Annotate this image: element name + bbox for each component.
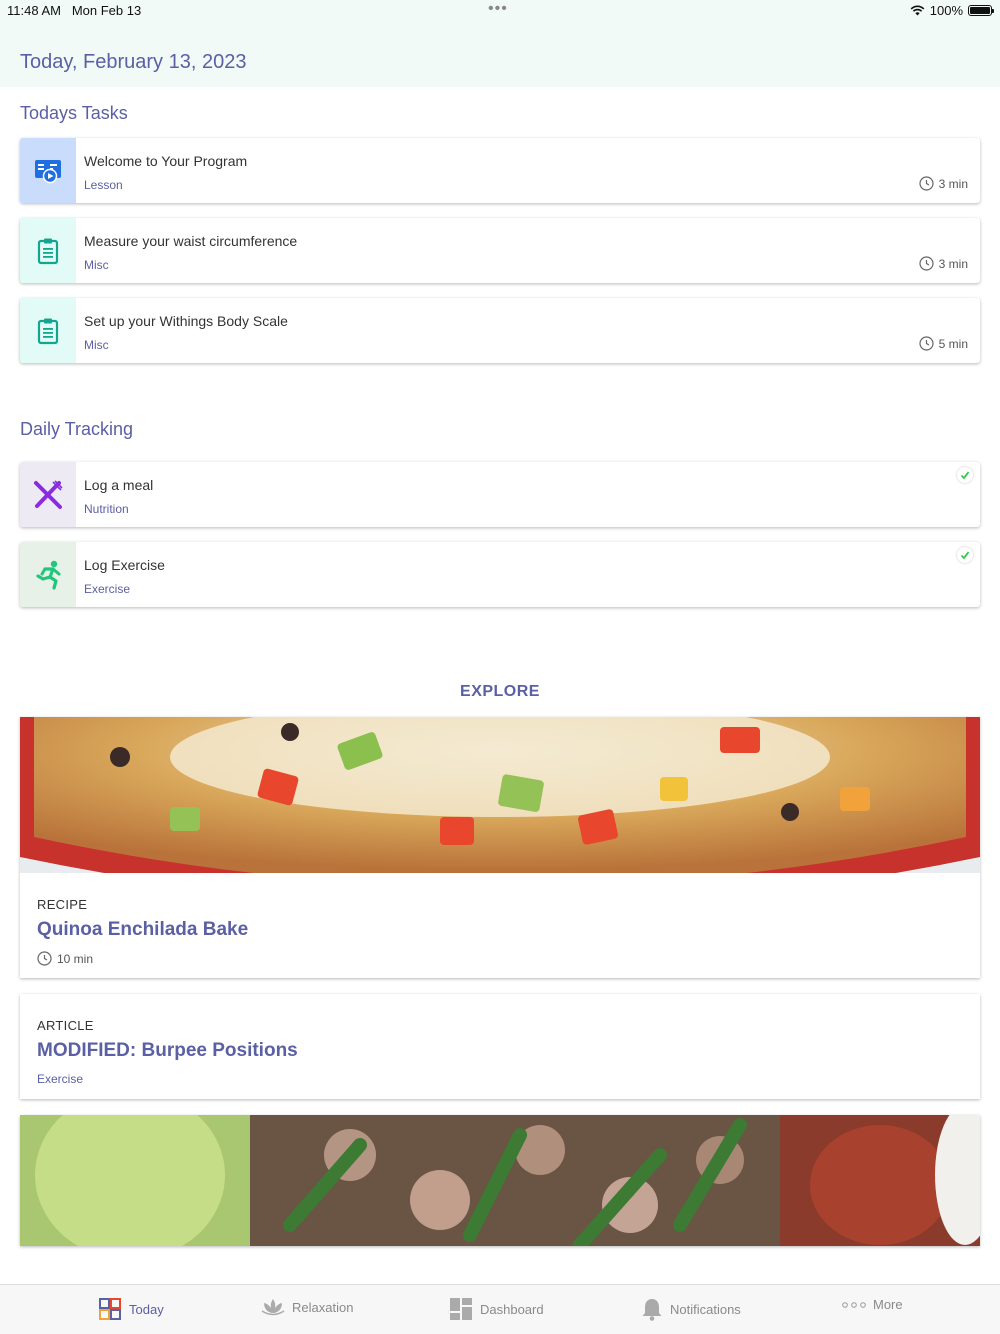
nutrition-icon-box: [20, 462, 76, 527]
explore-title: EXPLORE: [460, 683, 540, 700]
tab-today[interactable]: Today: [98, 1297, 164, 1321]
wifi-icon: [910, 5, 925, 16]
clipboard-icon: [37, 318, 59, 344]
tracking-title: Log a meal: [84, 477, 154, 493]
tab-label: More: [873, 1297, 903, 1312]
lesson-video-icon: [35, 159, 61, 183]
dish-image: [20, 1115, 980, 1246]
running-icon: [36, 560, 61, 590]
tab-more[interactable]: More: [842, 1297, 903, 1312]
tracking-card-meal[interactable]: Log a meal Nutrition: [20, 462, 980, 527]
card-title: Quinoa Enchilada Bake: [37, 919, 249, 940]
status-time: 11:48 AM Mon Feb 13: [7, 3, 142, 18]
task-card-welcome[interactable]: Welcome to Your Program Lesson 3 min: [20, 138, 980, 203]
task-category: Lesson: [84, 178, 123, 192]
battery-percent: 100%: [929, 3, 963, 18]
task-card-waist[interactable]: Measure your waist circumference Misc 3 …: [20, 218, 980, 283]
clock-icon: [37, 951, 52, 966]
tracking-title: Log Exercise: [84, 557, 165, 573]
task-title: Measure your waist circumference: [84, 233, 298, 249]
completed-check-icon: [957, 467, 973, 483]
more-dots-icon: [842, 1301, 866, 1308]
tab-label: Notifications: [670, 1301, 741, 1317]
task-category: Misc: [84, 338, 109, 352]
fork-knife-icon: [34, 479, 63, 509]
clipboard-icon: [37, 238, 59, 264]
completed-check-icon: [957, 547, 973, 563]
today-logo-icon: [99, 1298, 121, 1320]
page-title: Today, February 13, 2023: [20, 51, 247, 73]
tracking-category: Exercise: [84, 582, 131, 596]
misc-icon-box: [20, 218, 76, 283]
card-duration: 10 min: [37, 951, 93, 966]
tasks-section-title: Todays Tasks: [20, 103, 128, 123]
card-title: MODIFIED: Burpee Positions: [37, 1040, 298, 1061]
tab-label: Relaxation: [292, 1299, 354, 1315]
dashboard-icon: [450, 1298, 472, 1320]
tab-notifications[interactable]: Notifications: [641, 1297, 741, 1321]
tab-relaxation[interactable]: Relaxation: [261, 1297, 353, 1317]
status-right: 100%: [910, 3, 994, 18]
explore-card-image[interactable]: [20, 1115, 980, 1246]
card-kind: ARTICLE: [37, 1018, 94, 1033]
today-header: Today, February 13, 2023: [0, 24, 1000, 87]
task-card-scale[interactable]: Set up your Withings Body Scale Misc 5 m…: [20, 298, 980, 363]
task-duration: 3 min: [919, 176, 968, 191]
tracking-card-exercise[interactable]: Log Exercise Exercise: [20, 542, 980, 607]
explore-card-recipe[interactable]: RECIPE Quinoa Enchilada Bake 10 min: [20, 717, 980, 978]
clock-icon: [919, 256, 934, 271]
explore-card-article[interactable]: ARTICLE MODIFIED: Burpee Positions Exerc…: [20, 994, 980, 1099]
task-title: Welcome to Your Program: [84, 153, 248, 169]
multitasking-dots-icon[interactable]: •••: [488, 1, 508, 17]
tab-dashboard[interactable]: Dashboard: [449, 1297, 544, 1321]
bell-icon: [642, 1299, 662, 1321]
exercise-icon-box: [20, 542, 76, 607]
task-duration: 5 min: [919, 336, 968, 351]
tab-bar: Today Relaxation Dashboard Notifications: [0, 1284, 1000, 1334]
misc-icon-box: [20, 298, 76, 363]
clock-icon: [919, 336, 934, 351]
lesson-icon-box: [20, 138, 76, 203]
task-title: Set up your Withings Body Scale: [84, 313, 288, 329]
task-category: Misc: [84, 258, 109, 272]
card-category: Exercise: [37, 1072, 84, 1086]
lotus-icon: [261, 1299, 285, 1316]
tab-label: Dashboard: [480, 1301, 544, 1317]
tracking-section-title: Daily Tracking: [20, 419, 134, 439]
tracking-category: Nutrition: [84, 502, 129, 516]
recipe-image: [20, 717, 980, 873]
clock-icon: [919, 176, 934, 191]
battery-icon: [968, 5, 994, 16]
status-bar: 11:48 AM Mon Feb 13 ••• 100%: [0, 0, 1000, 24]
tab-label: Today: [129, 1301, 164, 1317]
card-kind: RECIPE: [37, 897, 88, 912]
task-duration: 3 min: [919, 256, 968, 271]
